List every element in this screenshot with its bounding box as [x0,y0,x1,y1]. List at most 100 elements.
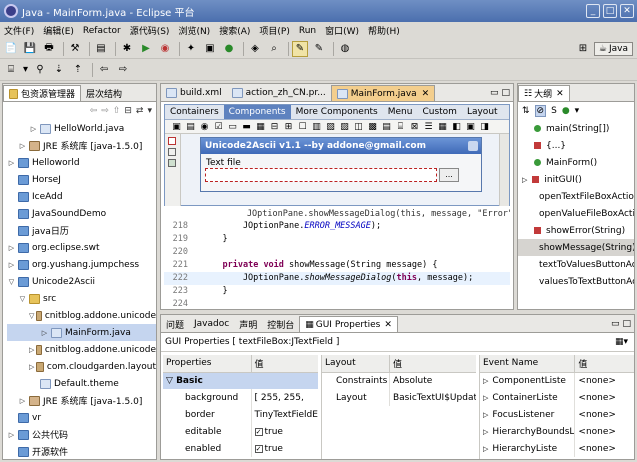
tree-item[interactable]: ▷ JRE 系统库 [java-1.5.0] [7,137,156,154]
menu-item[interactable]: 帮助(H) [368,24,400,37]
expand-toggle-icon[interactable]: ▽ [7,278,16,286]
tree-item[interactable]: ▷ 公共代码 [7,426,156,443]
close-outline-icon[interactable]: ✕ [556,89,564,99]
outline-item[interactable]: showMessage(String) [518,239,634,256]
menu-item[interactable]: 窗口(W) [325,24,359,37]
menu-item[interactable]: 搜索(A) [219,24,250,37]
tree-item[interactable]: ▽ cnitblog.addone.unicode [7,307,156,324]
property-row[interactable]: background[ 255, 255, [163,389,318,406]
tree-item[interactable]: Default.theme [7,375,156,392]
tree-item[interactable]: ▽ Unicode2Ascii [7,273,156,290]
property-row[interactable]: editable ✓ true [163,423,318,440]
annotation-icon[interactable]: ✎ [311,41,327,57]
dropdown-arrow-icon[interactable]: ▾ [22,62,29,78]
palette-component-icon[interactable]: ☰ [423,122,434,132]
event-row[interactable]: ▷ HierarchyBoundsL <none> [480,423,634,440]
property-row[interactable]: border TinyTextFieldE [163,406,318,423]
palette-component-icon[interactable]: ⊟ [269,122,280,132]
event-value-header[interactable]: 值 [575,355,634,372]
outline-item[interactable]: textToValuesButtonAc [518,256,634,273]
property-row[interactable]: enabled ✓ true [163,440,318,457]
tab-bottom-view[interactable]: Javadoc [189,316,234,332]
code-editor[interactable]: JOptionPane.showMessageDialog(this, mess… [164,208,510,307]
tree-item[interactable]: JavaSoundDemo [7,205,156,222]
expand-toggle-icon[interactable]: ▷ [29,125,38,133]
expand-toggle-icon[interactable]: ▷ [18,397,27,405]
checkbox-icon[interactable]: ✓ [254,427,263,436]
palette-tab[interactable]: Custom [417,105,461,119]
forward-nav-icon[interactable]: ⇨ [101,106,109,116]
designer-scrollbar[interactable] [499,134,509,206]
layout-row[interactable]: Layout BasicTextUI$Updat [322,389,476,406]
palette-tab[interactable]: More Components [291,105,383,119]
close-tab-icon[interactable]: ✕ [384,320,392,330]
palette-component-icon[interactable]: ▨ [339,122,350,132]
tree-item[interactable]: HorseJ [7,171,156,188]
palette-component-icon[interactable]: ◧ [451,122,462,132]
outline-item[interactable]: valuesToTextButtonAc [518,273,634,290]
palette-component-icon[interactable]: ▣ [171,122,182,132]
up-nav-icon[interactable]: ⇧ [113,106,121,116]
expand-toggle-icon[interactable]: ▷ [483,411,488,419]
outline-item[interactable]: ▷ initGUI() [518,171,634,188]
list-component-icon[interactable] [168,148,176,156]
palette-component-icon[interactable]: ▦ [255,122,266,132]
expand-toggle-icon[interactable]: ▷ [483,394,488,402]
event-row[interactable]: ▷ ComponentListe <none> [480,372,634,389]
text-file-input[interactable] [205,168,437,182]
palette-component-icon[interactable]: ▤ [185,122,196,132]
link-editor-icon[interactable]: ⇄ [136,106,144,116]
tree-item[interactable]: ▷ cnitblog.addone.unicode [7,341,156,358]
layout-column-header[interactable]: Layout [322,355,390,372]
palette-component-icon[interactable]: ⌸ [395,122,406,132]
tab-outline[interactable]: ☷ 大纲 ✕ [518,85,570,101]
expand-toggle-icon[interactable]: ▽ [18,295,27,303]
close-button[interactable]: ✕ [620,4,634,18]
menu-item[interactable]: 源代码(S) [130,24,170,37]
open-type-icon[interactable]: ◈ [247,41,263,57]
tab-bottom-view[interactable]: 声明 [234,316,262,332]
event-name-column-header[interactable]: Event Name [480,355,576,372]
view-menu-icon[interactable]: ▾ [147,106,152,116]
event-row[interactable]: ▷ ContainerListe <none> [480,389,634,406]
next-annotation-icon[interactable]: ⇣ [51,62,67,78]
tree-item[interactable]: ▷ JRE 系统库 [java-1.5.0] [7,392,156,409]
tab-editor-file[interactable]: action_zh_CN.pr... [227,85,331,101]
tab-bottom-view[interactable]: ▦ GUI Properties ✕ [299,316,398,332]
minimize-button[interactable]: _ [586,4,600,18]
search-icon[interactable]: ⌕ [266,41,282,57]
expand-toggle-icon[interactable]: ▷ [483,377,488,385]
expand-toggle-icon[interactable]: ▽ [29,312,34,320]
tab-editor-file[interactable]: build.xml [161,85,227,101]
expand-toggle-icon[interactable]: ▷ [18,142,27,150]
expand-toggle-icon[interactable]: ▷ [483,428,488,436]
properties-column-header[interactable]: Properties [163,355,252,372]
palette-component-icon[interactable]: ▬ [241,122,252,132]
minimize-panel-icon[interactable]: ▭ [611,319,620,329]
tree-item[interactable]: java日历 [7,222,156,239]
grid-view-icon[interactable]: ▦▾ [615,337,628,347]
palette-tab[interactable]: Containers [165,105,224,119]
open-folder-icon[interactable]: ⌸ [3,62,19,78]
expand-toggle-icon[interactable]: ▷ [483,445,488,453]
basic-group-row[interactable]: ▽ Basic [163,372,318,389]
checkbox-component-icon[interactable] [168,137,176,145]
outline-item[interactable]: {...} [518,137,634,154]
new-icon[interactable]: 📄 [3,41,19,57]
tab-hierarchy[interactable]: 层次结构 [81,85,127,101]
hide-nonpublic-icon[interactable]: ● [562,106,570,116]
collapse-all-icon[interactable]: ⊟ [124,106,132,116]
palette-tab[interactable]: Layout [462,105,503,119]
hide-fields-icon[interactable]: ⊘ [534,105,547,117]
outline-item[interactable]: MainForm() [518,154,634,171]
expand-toggle-icon[interactable]: ▷ [7,431,16,439]
tab-bottom-view[interactable]: 问题 [161,316,189,332]
tab-bottom-view[interactable]: 控制台 [262,316,299,332]
tasks-icon[interactable]: ▤ [93,41,109,57]
tab-editor-file[interactable]: MainForm.java ✕ [330,85,436,101]
event-row[interactable]: ▷ FocusListener <none> [480,406,634,423]
forward-icon[interactable]: ⇨ [115,62,131,78]
hide-static-icon[interactable]: S [551,106,557,116]
tab-package-explorer[interactable]: 包资源管理器 [3,85,82,101]
debug-icon[interactable]: ✱ [119,41,135,57]
